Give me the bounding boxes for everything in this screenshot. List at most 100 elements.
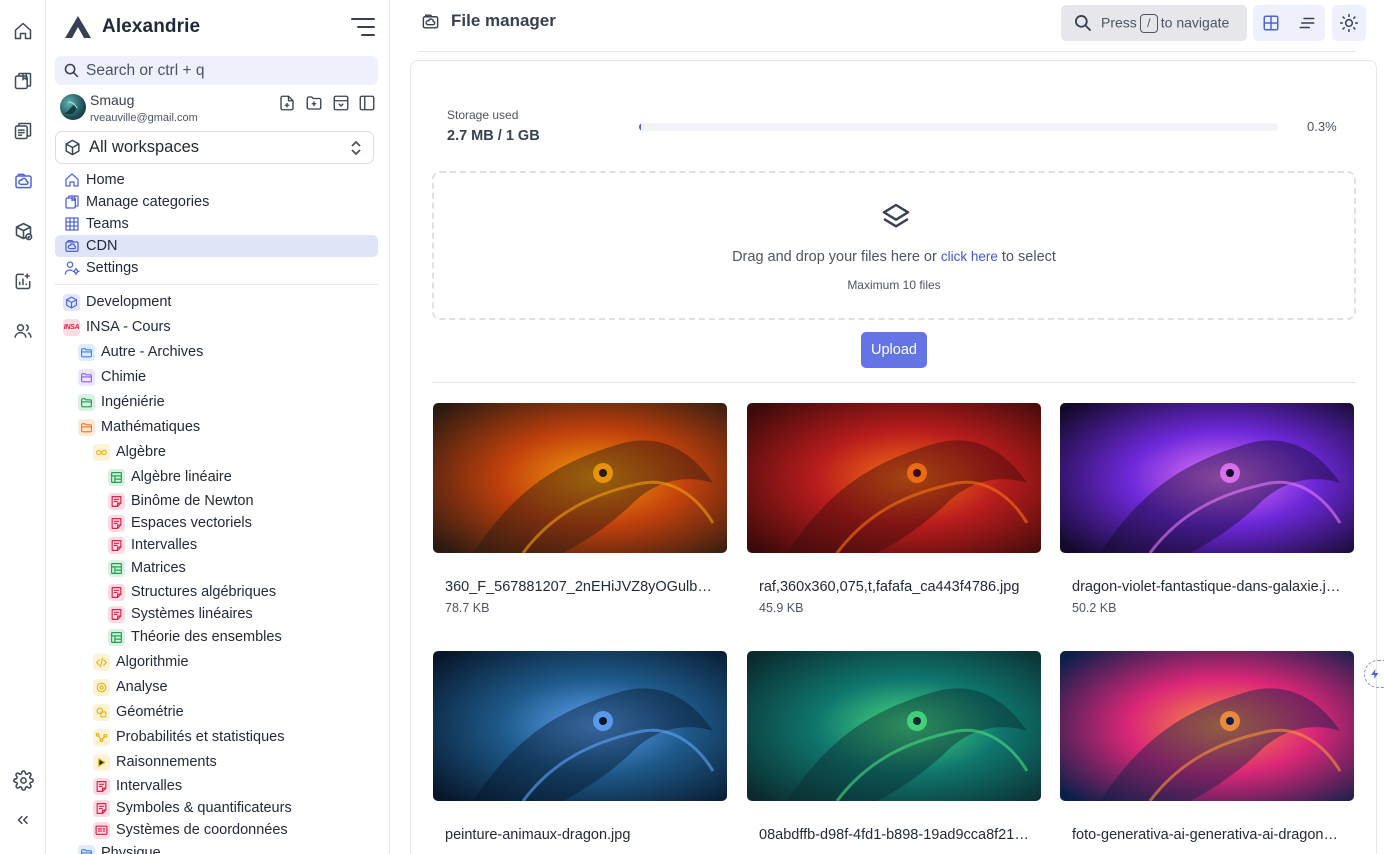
stats-icon[interactable]	[9, 267, 37, 295]
tree-item-algorithmie[interactable]: Algorithmie	[93, 651, 189, 673]
nav-item-settings[interactable]: Settings	[55, 257, 378, 279]
click-here-link[interactable]: click here	[941, 249, 998, 264]
nav-item-teams[interactable]: Teams	[55, 213, 378, 235]
file-card[interactable]: peinture-animaux-dragon.jpg	[433, 651, 727, 849]
user-profile: Smaug rveauville@gmail.com	[60, 92, 380, 128]
tree-item-matrices[interactable]: Matrices	[108, 557, 186, 579]
search-input[interactable]	[86, 61, 366, 80]
tree-item-binome-de-newton[interactable]: Binôme de Newton	[108, 490, 254, 512]
insa-logo: INSA	[63, 318, 80, 336]
tree-item-autre-archives[interactable]: Autre - Archives	[78, 341, 203, 363]
nav-item-home[interactable]: Home	[55, 169, 378, 191]
collapse-icon[interactable]	[9, 806, 37, 834]
note-icon	[96, 780, 107, 792]
file-thumbnail[interactable]	[1060, 403, 1354, 553]
tree-item-label: Ingéniérie	[101, 394, 165, 410]
new-note-icon[interactable]	[278, 94, 296, 112]
search-bar[interactable]	[55, 56, 378, 85]
tree-item-probabilites-et-statistiques[interactable]: Probabilités et statistiques	[93, 726, 284, 748]
file-card[interactable]: dragon-violet-fantastique-dans-galaxie.j…	[1060, 403, 1354, 615]
floating-action-handle[interactable]	[1364, 660, 1384, 688]
user-email: rveauville@gmail.com	[90, 112, 198, 124]
list-view-icon[interactable]	[1298, 14, 1316, 32]
theme-toggle-button[interactable]	[1332, 5, 1366, 41]
file-thumbnail[interactable]	[747, 651, 1041, 801]
package-icon[interactable]	[9, 217, 37, 245]
categories-icon[interactable]	[9, 67, 37, 95]
icon-rail	[0, 0, 46, 854]
nav-item-label: Settings	[86, 260, 139, 276]
tree-item-intervalles[interactable]: Intervalles	[108, 534, 197, 556]
note-icon	[111, 539, 122, 551]
cdn-icon	[422, 13, 439, 29]
file-card[interactable]: raf,360x360,075,t,fafafa_ca443f4786.jpg 4…	[747, 403, 1041, 615]
tree-item-espaces-vectoriels[interactable]: Espaces vectoriels	[108, 512, 252, 534]
home-icon[interactable]	[9, 17, 37, 45]
tree-item-physique[interactable]: Physique	[78, 842, 161, 854]
play-icon	[98, 757, 106, 767]
tree-item-algebre[interactable]: Algèbre	[93, 441, 166, 463]
tree-item-label: Algorithmie	[116, 654, 189, 670]
tree-item-mathematiques[interactable]: Mathématiques	[78, 416, 200, 438]
tree-item-analyse[interactable]: Analyse	[93, 676, 168, 698]
folder-icon	[81, 397, 92, 407]
tree-item-theorie-des-ensembles[interactable]: Théorie des ensembles	[108, 626, 282, 648]
storage-percent: 0.3%	[1307, 119, 1337, 134]
tree-item-raisonnements[interactable]: Raisonnements	[93, 751, 217, 773]
app-window: Alexandrie Smaug rveauville@gmail.com	[0, 0, 1384, 854]
tree-item-label: Systèmes de coordonnées	[116, 822, 288, 838]
tree-item-systemes-de-coordonnees[interactable]: Systèmes de coordonnées	[93, 819, 288, 841]
users-icon[interactable]	[9, 317, 37, 345]
layout-icon	[111, 562, 122, 574]
layout-icon	[111, 631, 122, 643]
tree-item-systemes-lineaires[interactable]: Systèmes linéaires	[108, 603, 253, 625]
archive-icon[interactable]	[332, 94, 350, 112]
nav-item-cdn[interactable]: CDN	[55, 235, 378, 257]
file-thumbnail[interactable]	[747, 403, 1041, 553]
brand-name: Alexandrie	[102, 16, 201, 37]
tree-item-symboles-quantificateurs[interactable]: Symboles & quantificateurs	[93, 797, 292, 819]
graph-icon	[93, 728, 110, 746]
file-name: 08abdffb-d98f-4fd1-b898-19ad9cca8f21.jpg	[759, 827, 1029, 843]
file-name: dragon-violet-fantastique-dans-galaxie.j…	[1072, 579, 1342, 595]
tree-item-development[interactable]: Development	[63, 291, 171, 313]
upload-button[interactable]: Upload	[861, 332, 927, 368]
sidebar-toggle-icon[interactable]	[358, 94, 376, 112]
nav-item-label: Teams	[86, 216, 129, 232]
grid-view-icon[interactable]	[1262, 14, 1280, 32]
workspace-selector[interactable]: All workspaces	[55, 131, 374, 164]
cube-icon	[63, 293, 80, 311]
menu-icon[interactable]	[350, 16, 376, 38]
cdn-icon[interactable]	[9, 167, 37, 195]
tree-item-insa-cours[interactable]: INSA INSA - Cours	[63, 316, 171, 338]
tree-item-algebre-lineaire[interactable]: Algèbre linéaire	[108, 466, 232, 488]
note-icon	[108, 583, 125, 601]
layout-icon	[108, 468, 125, 486]
file-card[interactable]: foto-generativa-ai-generativa-ai-dragon.…	[1060, 651, 1354, 849]
file-thumbnail[interactable]	[433, 651, 727, 801]
notes-icon[interactable]	[9, 117, 37, 145]
command-palette-button[interactable]: Press / to navigate	[1061, 5, 1247, 41]
file-card[interactable]: 08abdffb-d98f-4fd1-b898-19ad9cca8f21.jpg	[747, 651, 1041, 849]
avatar[interactable]	[60, 94, 86, 120]
tree-item-geometrie[interactable]: Géométrie	[93, 701, 184, 723]
tree-item-intervalles[interactable]: Intervalles	[93, 775, 182, 797]
infinity-icon	[96, 449, 107, 455]
tree-item-chimie[interactable]: Chimie	[78, 366, 146, 388]
settings-gear-icon[interactable]	[9, 766, 37, 794]
brand[interactable]: Alexandrie	[64, 12, 200, 42]
nav-item-manage-categories[interactable]: Manage categories	[55, 191, 378, 213]
tree-item-structures-algebriques[interactable]: Structures algébriques	[108, 581, 276, 603]
sidebar-divider	[55, 284, 378, 285]
file-card[interactable]: 360_F_567881207_2nEHiJVZ8yOGulbCwqLrCUXa…	[433, 403, 727, 615]
tree-item-label: Development	[86, 294, 172, 310]
new-category-icon[interactable]	[304, 94, 324, 112]
nav-item-label: Manage categories	[86, 194, 210, 210]
cube-icon	[65, 139, 80, 156]
file-thumbnail[interactable]	[1060, 651, 1354, 801]
file-thumbnail[interactable]	[433, 403, 727, 553]
cdn-icon	[65, 240, 79, 252]
tree-item-ingenierie[interactable]: Ingéniérie	[78, 391, 165, 413]
file-dropzone[interactable]: Drag and drop your files here or click h…	[432, 171, 1356, 320]
file-name: raf,360x360,075,t,fafafa_ca443f4786.jpg	[759, 579, 1020, 595]
